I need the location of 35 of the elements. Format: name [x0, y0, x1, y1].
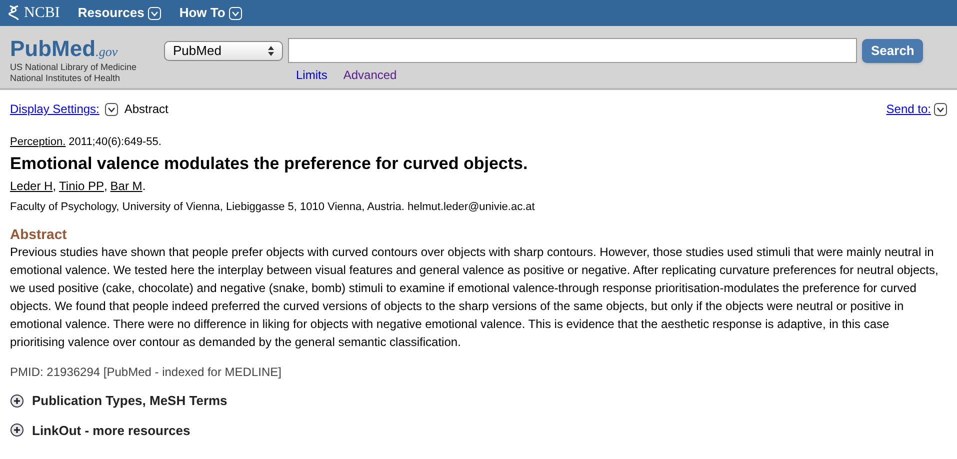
author-link[interactable]: Tinio PP: [59, 176, 104, 194]
brand-name: NCBI: [24, 4, 60, 23]
separator: .: [142, 178, 146, 194]
caret-icon[interactable]: [105, 102, 118, 116]
caret-icon[interactable]: [934, 102, 947, 116]
search-option-link[interactable]: Limits: [296, 66, 328, 84]
send-to-link[interactable]: Send to:: [886, 100, 931, 118]
display-settings-link[interactable]: Display Settings:: [10, 100, 100, 118]
organization-name: National Institutes of Health: [10, 73, 122, 84]
search-field[interactable]: [288, 38, 857, 63]
helix-icon: [8, 5, 20, 21]
search-option-link[interactable]: Advanced: [343, 66, 397, 84]
pubmed-logo: PubMed.gov: [10, 36, 119, 62]
section-toggle[interactable]: Publication Types, MeSH Terms: [32, 391, 228, 410]
stepper-icon: [268, 46, 274, 56]
organization-name: US National Library of Medicine: [10, 62, 138, 73]
menu-link[interactable]: How To: [179, 3, 226, 23]
author-link[interactable]: Leder H: [10, 176, 53, 194]
plus-icon[interactable]: [10, 394, 24, 408]
affiliation: Faculty of Psychology, University of Vienna, Liebiggasse 5, 1010 Vienna, Austria. helmut.leder@univie.ac.at: [10, 200, 536, 214]
abstract-text: Previous studies have shown that people prefer objects with curved contours over objects with sharp contours. However, those studies used stimuli that were mainly neutral in emotional valence. We tested here the interplay between visual features and general valence as positive or negative. After replicating curvature preferences for neutral objects, we used positive (cake, chocolate) and negative (snake, bomb) stimuli to examine if emotional valence-through response prioritisation-modulates the preference for curved objects. We found that people indeed preferred the curved versions of objects to the sharp versions of the same objects, but only if the objects were neutral or positive in emotional valence. There were no difference in liking for objects with negative emotional valence. This is evidence that the aesthetic response is adaptive, in this case prioritising valence over contour as demanded by the general semantic classification.: [10, 244, 940, 351]
citation: 2011;40(6):649-55.: [68, 135, 162, 150]
abstract-heading: Abstract: [10, 225, 68, 243]
database-select[interactable]: PubMed: [164, 40, 283, 60]
search-button[interactable]: Search: [862, 38, 924, 62]
plus-icon[interactable]: [10, 423, 24, 438]
journal-link[interactable]: Perception.: [10, 134, 66, 150]
menu-link[interactable]: Resources: [78, 3, 144, 23]
article-title: Emotional valence modulates the preference for curved objects.: [10, 152, 529, 174]
display-format: Abstract: [124, 101, 168, 118]
section-toggle[interactable]: LinkOut - more resources: [32, 420, 190, 440]
separator: ,: [104, 178, 108, 194]
separator: ,: [52, 178, 56, 194]
pmid: PMID: 21936294 [PubMed - indexed for MEDLINE]: [10, 364, 282, 381]
author-link[interactable]: Bar M: [110, 176, 142, 194]
